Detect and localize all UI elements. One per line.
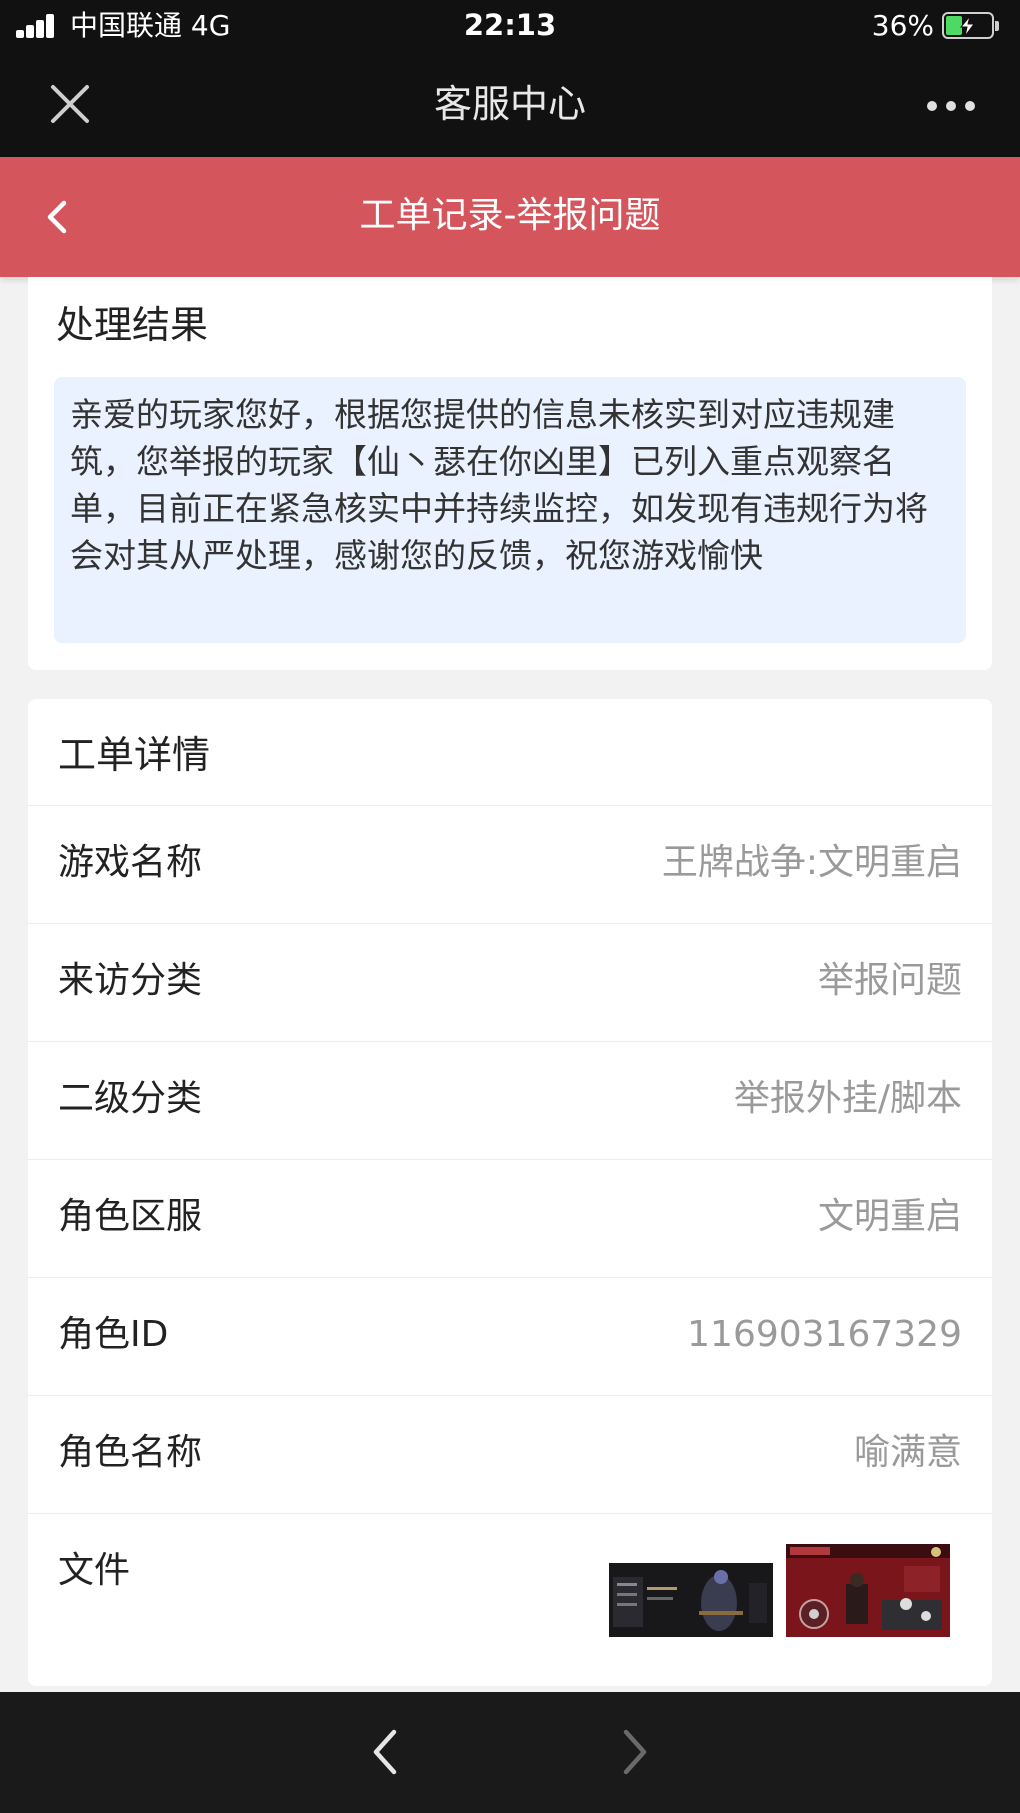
screenshot-thumbnail-image: [786, 1544, 950, 1637]
nav-title: 客服中心: [433, 82, 586, 126]
row-value: 喻满意: [853, 1432, 962, 1473]
clock: 22:13: [463, 8, 557, 42]
row-value: 王牌战争:文明重启: [661, 842, 962, 883]
detail-row-role-name: 角色名称 喻满意: [28, 1395, 992, 1513]
result-message-box: 亲爱的玩家您好，根据您提供的信息未核实到对应违规建筑，您举报的玩家【仙丶瑟在你凶…: [54, 377, 966, 643]
battery-percent: 36%: [871, 9, 934, 42]
files-label: 文件: [58, 1550, 131, 1591]
chevron-left-icon: [373, 1729, 397, 1775]
row-value: 举报问题: [817, 960, 962, 1001]
bottom-nav-bar: [0, 1692, 1020, 1813]
detail-row-server: 角色区服 文明重启: [28, 1159, 992, 1277]
detail-card: 工单详情 游戏名称 王牌战争:文明重启 来访分类 举报问题 二级分类 举报外挂/…: [28, 699, 992, 1686]
more-button[interactable]: [916, 86, 986, 126]
row-value: 举报外挂/脚本: [733, 1078, 962, 1119]
row-label: 角色ID: [58, 1314, 169, 1355]
page-header: 工单记录-举报问题: [0, 157, 1020, 277]
page-title: 工单记录-举报问题: [359, 195, 661, 236]
screenshot-thumbnail-image: [609, 1563, 773, 1637]
row-value: 116903167329: [687, 1314, 962, 1355]
more-dots-icon: [927, 101, 975, 111]
row-label: 二级分类: [58, 1078, 203, 1119]
result-card: 处理结果 亲爱的玩家您好，根据您提供的信息未核实到对应违规建筑，您举报的玩家【仙…: [28, 277, 992, 670]
detail-row-game-name: 游戏名称 王牌战争:文明重启: [28, 805, 992, 923]
battery-icon: [942, 12, 999, 39]
detail-heading: 工单详情: [58, 733, 211, 777]
row-label: 角色区服: [58, 1196, 203, 1237]
chevron-right-icon: [623, 1729, 647, 1775]
detail-row-subcategory: 二级分类 举报外挂/脚本: [28, 1041, 992, 1159]
row-value: 文明重启: [817, 1196, 962, 1237]
row-label: 游戏名称: [58, 842, 203, 883]
detail-row-role-id: 角色ID 116903167329: [28, 1277, 992, 1395]
detail-row-visit-category: 来访分类 举报问题: [28, 923, 992, 1041]
row-label: 来访分类: [58, 960, 203, 1001]
file-thumbnail[interactable]: [786, 1544, 950, 1637]
nav-forward-button[interactable]: [610, 1722, 660, 1782]
row-label: 角色名称: [58, 1432, 203, 1473]
nav-back-button[interactable]: [360, 1722, 410, 1782]
file-thumbnail[interactable]: [609, 1563, 773, 1637]
status-bar: 中国联通 4G 22:13 36%: [0, 0, 1020, 52]
nav-bar: 客服中心: [0, 52, 1020, 157]
result-message: 亲爱的玩家您好，根据您提供的信息未核实到对应违规建筑，您举报的玩家【仙丶瑟在你凶…: [70, 395, 928, 575]
result-heading: 处理结果: [56, 303, 209, 347]
charging-bolt-icon: [959, 15, 975, 37]
